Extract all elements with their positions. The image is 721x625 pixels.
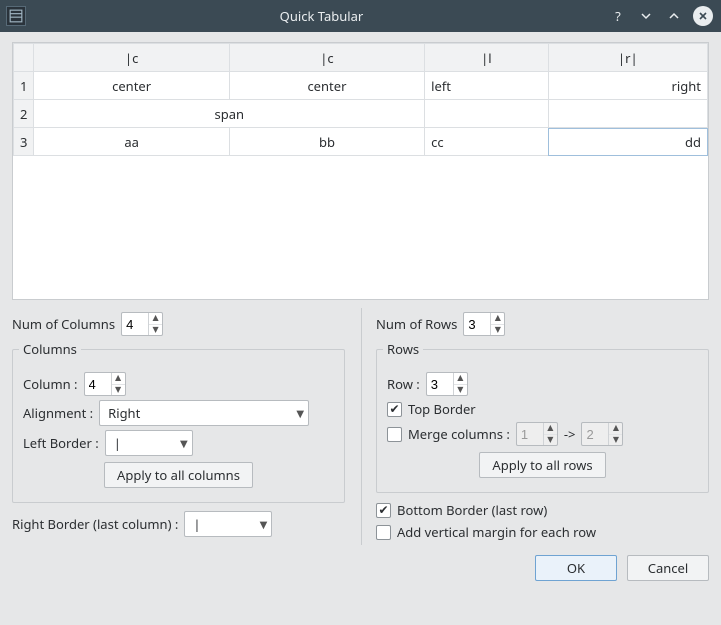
col-header[interactable]: |c	[229, 44, 424, 72]
spin-down-icon: ▼	[609, 435, 622, 446]
col-header[interactable]: |r|	[548, 44, 707, 72]
chevron-down-icon: ▼	[180, 436, 188, 450]
spin-up-icon[interactable]: ▲	[491, 313, 504, 325]
merge-arrow: ->	[564, 425, 576, 443]
table-corner	[14, 44, 34, 72]
spin-up-icon: ▲	[544, 423, 557, 435]
checkbox-box: ✔	[387, 427, 402, 442]
vmargin-label: Add vertical margin for each row	[397, 523, 596, 541]
merge-from-spin: ▲▼	[516, 422, 558, 446]
checkbox-box: ✔	[376, 525, 391, 540]
apply-all-rows-button[interactable]: Apply to all rows	[479, 452, 605, 478]
table-row: 2 span	[14, 100, 708, 128]
spin-down-icon[interactable]: ▼	[149, 325, 162, 336]
table-row: 1 center center left right	[14, 72, 708, 100]
chevron-down-icon: ▼	[296, 406, 304, 420]
table-row: 3 aa bb cc dd	[14, 128, 708, 156]
left-border-label: Left Border :	[23, 434, 99, 452]
spin-up-icon[interactable]: ▲	[454, 373, 467, 385]
col-header[interactable]: |c	[34, 44, 229, 72]
num-columns-input[interactable]	[122, 313, 148, 335]
checkbox-box: ✔	[376, 503, 391, 518]
col-header[interactable]: |l	[425, 44, 548, 72]
maximize-icon[interactable]	[665, 7, 683, 25]
minimize-icon[interactable]	[637, 7, 655, 25]
row-spin[interactable]: ▲▼	[426, 372, 468, 396]
cell[interactable]: bb	[229, 128, 424, 156]
num-rows-spin[interactable]: ▲▼	[463, 312, 505, 336]
left-border-value: |	[114, 434, 121, 452]
right-border-value: |	[193, 515, 200, 533]
merge-columns-label: Merge columns :	[408, 425, 510, 443]
spin-up-icon: ▲	[609, 423, 622, 435]
checkbox-box: ✔	[387, 402, 402, 417]
help-icon[interactable]: ?	[609, 7, 627, 25]
chevron-down-icon: ▼	[260, 517, 268, 531]
alignment-value: Right	[108, 404, 140, 422]
right-border-label: Right Border (last column) :	[12, 515, 178, 533]
top-border-checkbox[interactable]: ✔ Top Border	[387, 400, 476, 418]
row-input[interactable]	[427, 373, 453, 395]
cell[interactable]: center	[229, 72, 424, 100]
app-icon	[6, 6, 26, 26]
cell[interactable]: right	[548, 72, 707, 100]
row-header[interactable]: 1	[14, 72, 34, 100]
rows-group: Rows Row : ▲▼ ✔ Top Border ✔	[376, 340, 709, 493]
row-header[interactable]: 3	[14, 128, 34, 156]
num-columns-label: Num of Columns	[12, 315, 115, 333]
top-border-label: Top Border	[408, 400, 476, 418]
cancel-button[interactable]: Cancel	[627, 555, 709, 581]
right-border-combo[interactable]: | ▼	[184, 511, 272, 537]
alignment-label: Alignment :	[23, 404, 93, 422]
apply-all-columns-button[interactable]: Apply to all columns	[104, 462, 253, 488]
close-icon[interactable]	[693, 6, 713, 26]
column-label: Column :	[23, 375, 78, 393]
spin-down-icon[interactable]: ▼	[112, 385, 125, 396]
cell[interactable]: aa	[34, 128, 229, 156]
merge-to-input	[582, 423, 608, 445]
spin-up-icon[interactable]: ▲	[112, 373, 125, 385]
spin-down-icon[interactable]: ▼	[491, 325, 504, 336]
merge-from-input	[517, 423, 543, 445]
cell[interactable]: left	[425, 72, 548, 100]
columns-group: Columns Column : ▲▼ Alignment : Right ▼	[12, 340, 345, 503]
row-header[interactable]: 2	[14, 100, 34, 128]
spin-up-icon[interactable]: ▲	[149, 313, 162, 325]
rows-legend: Rows	[383, 340, 423, 358]
row-label: Row :	[387, 375, 420, 393]
cell[interactable]: cc	[425, 128, 548, 156]
merge-to-spin: ▲▼	[581, 422, 623, 446]
apply-all-rows-label: Apply to all rows	[492, 456, 592, 474]
bottom-border-label: Bottom Border (last row)	[397, 501, 547, 519]
num-columns-spin[interactable]: ▲▼	[121, 312, 163, 336]
num-rows-label: Num of Rows	[376, 315, 457, 333]
vmargin-checkbox[interactable]: ✔ Add vertical margin for each row	[376, 523, 596, 541]
column-spin[interactable]: ▲▼	[84, 372, 126, 396]
bottom-border-checkbox[interactable]: ✔ Bottom Border (last row)	[376, 501, 547, 519]
cell-spanned[interactable]: span	[34, 100, 425, 128]
cell[interactable]	[425, 100, 548, 128]
ok-button[interactable]: OK	[535, 555, 617, 581]
tabular-preview[interactable]: |c |c |l |r| 1 center center left right …	[12, 42, 709, 300]
merge-columns-checkbox[interactable]: ✔ Merge columns :	[387, 425, 510, 443]
spin-down-icon[interactable]: ▼	[454, 385, 467, 396]
cancel-label: Cancel	[648, 559, 688, 577]
column-input[interactable]	[85, 373, 111, 395]
ok-label: OK	[567, 559, 585, 577]
columns-legend: Columns	[19, 340, 81, 358]
alignment-combo[interactable]: Right ▼	[99, 400, 309, 426]
apply-all-columns-label: Apply to all columns	[117, 466, 240, 484]
cell[interactable]	[548, 100, 707, 128]
window-title: Quick Tabular	[34, 7, 609, 25]
cell[interactable]: center	[34, 72, 229, 100]
left-border-combo[interactable]: | ▼	[105, 430, 193, 456]
num-rows-input[interactable]	[464, 313, 490, 335]
titlebar: Quick Tabular ?	[0, 0, 721, 32]
cell-selected[interactable]: dd	[548, 128, 707, 156]
spin-down-icon: ▼	[544, 435, 557, 446]
